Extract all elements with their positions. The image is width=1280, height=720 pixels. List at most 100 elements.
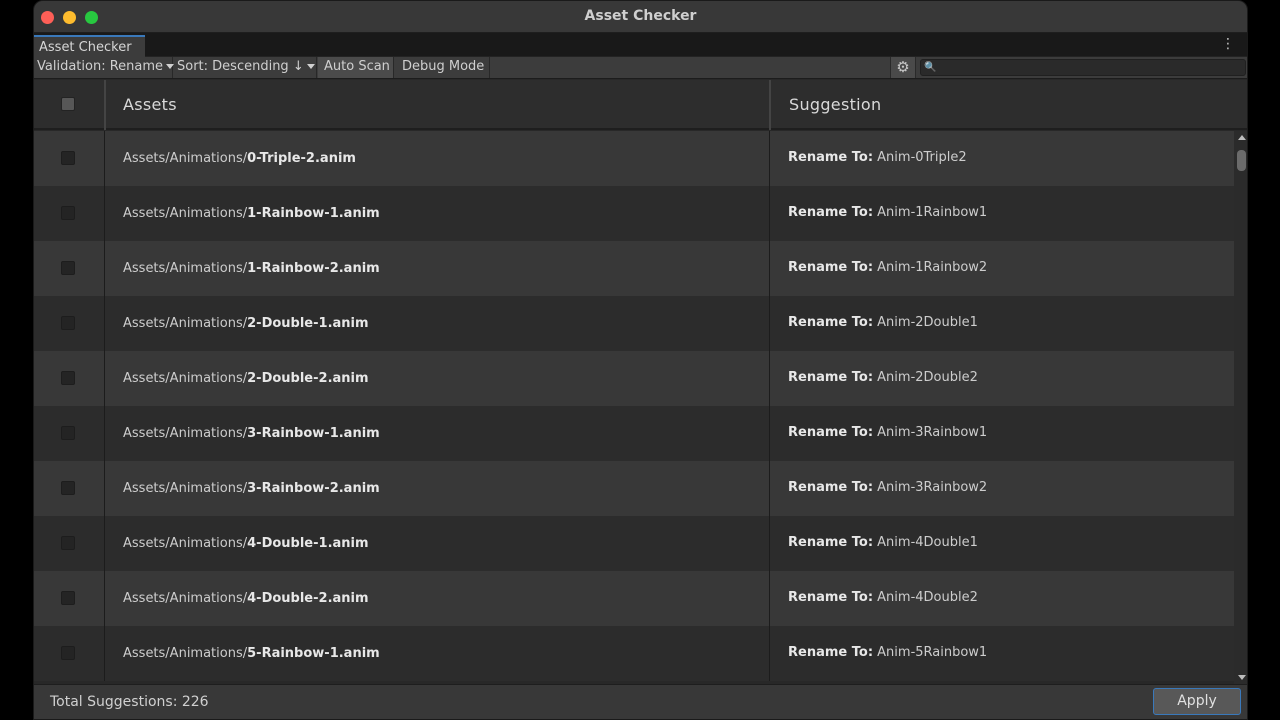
chevron-down-icon (166, 64, 175, 69)
auto-scan-toggle[interactable]: Auto Scan (318, 57, 394, 78)
table-row[interactable]: Assets/Animations/2-Double-2.anim Rename … (34, 351, 1234, 406)
suggestion-prefix: Rename To: (788, 370, 874, 385)
suggested-name: Anim-1Rainbow1 (877, 205, 988, 220)
suggestion-text: Rename To: Anim-1Rainbow1 (788, 205, 987, 220)
suggestion-prefix: Rename To: (788, 425, 874, 440)
suggested-name: Anim-4Double2 (877, 590, 978, 605)
row-checkbox[interactable] (61, 426, 75, 440)
validation-dropdown[interactable]: Validation: Rename (34, 57, 175, 78)
suggestion-text: Rename To: Anim-2Double2 (788, 370, 978, 385)
suggestion-prefix: Rename To: (788, 645, 874, 660)
column-divider (104, 186, 105, 241)
row-checkbox[interactable] (61, 591, 75, 605)
row-checkbox[interactable] (61, 151, 75, 165)
asset-folder: Assets/Animations/ (123, 591, 248, 606)
asset-filename: 2-Double-1.anim (247, 316, 369, 331)
asset-filename: 1-Rainbow-1.anim (247, 206, 380, 221)
scrollbar-thumb[interactable] (1237, 150, 1246, 171)
suggestion-prefix: Rename To: (788, 590, 874, 605)
suggestion-text: Rename To: Anim-5Rainbow1 (788, 645, 987, 660)
select-all-checkbox[interactable] (61, 97, 75, 111)
asset-path: Assets/Animations/2-Double-2.anim (123, 371, 369, 386)
window-title: Asset Checker (584, 8, 697, 24)
sort-dropdown[interactable]: Sort: Descending ↓ (174, 57, 317, 78)
suggestion-prefix: Rename To: (788, 315, 874, 330)
kebab-menu-icon[interactable]: ⋮ (1221, 37, 1235, 51)
asset-filename: 2-Double-2.anim (247, 371, 369, 386)
table-row[interactable]: Assets/Animations/5-Rainbow-1.anim Rename… (34, 626, 1234, 681)
scroll-up-icon[interactable] (1238, 135, 1246, 140)
asset-filename: 0-Triple-2.anim (247, 151, 356, 166)
asset-filename: 3-Rainbow-1.anim (247, 426, 380, 441)
total-suggestions-label: Total Suggestions: 226 (50, 694, 209, 710)
table-row[interactable]: Assets/Animations/1-Rainbow-1.anim Rename… (34, 186, 1234, 241)
suggestion-text: Rename To: Anim-1Rainbow2 (788, 260, 987, 275)
table-row[interactable]: Assets/Animations/3-Rainbow-2.anim Rename… (34, 461, 1234, 516)
asset-filename: 4-Double-2.anim (247, 591, 369, 606)
search-input[interactable]: 🔍 (920, 59, 1246, 76)
table-row[interactable]: Assets/Animations/4-Double-1.anim Rename … (34, 516, 1234, 571)
tab-asset-checker[interactable]: Asset Checker (34, 35, 145, 57)
row-checkbox[interactable] (61, 261, 75, 275)
column-divider (769, 131, 770, 186)
asset-path: Assets/Animations/3-Rainbow-1.anim (123, 426, 380, 441)
column-divider[interactable] (769, 80, 771, 130)
suggestion-prefix: Rename To: (788, 260, 874, 275)
row-checkbox[interactable] (61, 371, 75, 385)
asset-folder: Assets/Animations/ (123, 261, 248, 276)
asset-path: Assets/Animations/5-Rainbow-1.anim (123, 646, 380, 661)
scroll-down-icon[interactable] (1238, 675, 1246, 680)
table-row[interactable]: Assets/Animations/4-Double-2.anim Rename … (34, 571, 1234, 626)
asset-folder: Assets/Animations/ (123, 536, 248, 551)
asset-filename: 4-Double-1.anim (247, 536, 369, 551)
toolbar: Validation: Rename Sort: Descending ↓ Au… (34, 57, 1247, 79)
column-divider[interactable] (104, 80, 106, 130)
suggestion-text: Rename To: Anim-3Rainbow2 (788, 480, 987, 495)
table-row[interactable]: Assets/Animations/3-Rainbow-1.anim Rename… (34, 406, 1234, 461)
row-checkbox[interactable] (61, 646, 75, 660)
suggestion-prefix: Rename To: (788, 205, 874, 220)
table-row[interactable]: Assets/Animations/2-Double-1.anim Rename … (34, 296, 1234, 351)
suggestion-text: Rename To: Anim-3Rainbow1 (788, 425, 987, 440)
asset-folder: Assets/Animations/ (123, 151, 248, 166)
row-checkbox[interactable] (61, 481, 75, 495)
debug-mode-toggle[interactable]: Debug Mode (395, 57, 490, 78)
asset-checker-window: Asset Checker Asset Checker ⋮ Validation… (33, 0, 1248, 720)
column-header-assets[interactable]: Assets (123, 95, 177, 114)
column-divider (104, 406, 105, 461)
row-checkbox[interactable] (61, 316, 75, 330)
table-row[interactable]: Assets/Animations/1-Rainbow-2.anim Rename… (34, 241, 1234, 296)
tab-bar: Asset Checker ⋮ (34, 33, 1247, 57)
row-checkbox[interactable] (61, 536, 75, 550)
apply-button[interactable]: Apply (1153, 688, 1241, 715)
column-divider (104, 626, 105, 681)
asset-folder: Assets/Animations/ (123, 646, 248, 661)
column-divider (769, 516, 770, 571)
column-divider (769, 406, 770, 461)
suggested-name: Anim-2Double1 (877, 315, 978, 330)
column-divider (769, 461, 770, 516)
column-divider (104, 571, 105, 626)
chevron-down-icon (306, 64, 315, 69)
column-divider (769, 571, 770, 626)
asset-path: Assets/Animations/1-Rainbow-2.anim (123, 261, 380, 276)
suggestion-prefix: Rename To: (788, 480, 874, 495)
suggested-name: Anim-3Rainbow2 (877, 480, 988, 495)
asset-filename: 5-Rainbow-1.anim (247, 646, 380, 661)
vertical-scrollbar[interactable] (1234, 131, 1247, 684)
table-row[interactable]: Assets/Animations/0-Triple-2.anim Rename … (34, 131, 1234, 186)
column-divider (769, 186, 770, 241)
gear-icon[interactable]: ⚙ (890, 57, 916, 78)
suggested-name: Anim-2Double2 (877, 370, 978, 385)
suggestion-prefix: Rename To: (788, 150, 874, 165)
column-divider (769, 296, 770, 351)
search-icon: 🔍 (924, 62, 937, 73)
sort-dropdown-label: Sort: Descending ↓ (177, 59, 304, 74)
asset-path: Assets/Animations/4-Double-2.anim (123, 591, 369, 606)
asset-path: Assets/Animations/1-Rainbow-1.anim (123, 206, 380, 221)
row-checkbox[interactable] (61, 206, 75, 220)
asset-folder: Assets/Animations/ (123, 371, 248, 386)
column-divider (104, 296, 105, 351)
column-header-suggestion[interactable]: Suggestion (789, 95, 881, 114)
title-bar: Asset Checker (34, 1, 1247, 33)
